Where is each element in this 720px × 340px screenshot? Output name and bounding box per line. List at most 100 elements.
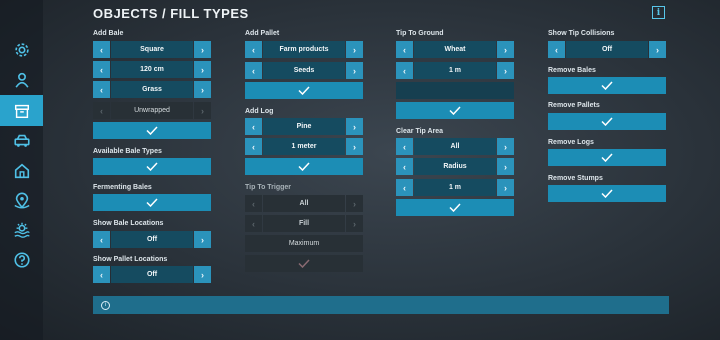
clear-filltype-value: All <box>414 138 496 155</box>
info-circle-icon: i <box>101 300 110 310</box>
chevron-left-icon[interactable]: ‹ <box>396 179 413 196</box>
chevron-left-icon[interactable]: ‹ <box>245 62 262 79</box>
chevron-right-icon[interactable]: › <box>194 41 211 58</box>
chevron-left-icon[interactable]: ‹ <box>396 158 413 175</box>
checkmark-icon <box>146 126 158 135</box>
chevron-right-icon: › <box>346 195 363 212</box>
add-pallet-label: Add Pallet <box>245 30 280 37</box>
bale-size-value: 120 cm <box>111 61 193 78</box>
log-length-selector[interactable]: ‹ 1 meter › <box>245 138 363 155</box>
tip-to-trigger-button <box>245 255 363 272</box>
bale-filltype-selector[interactable]: ‹ Grass › <box>93 81 211 98</box>
chevron-left-icon: ‹ <box>245 195 262 212</box>
bale-wrap-value: Unwrapped <box>111 102 193 119</box>
trigger-amount-value: Maximum <box>245 235 363 252</box>
chevron-right-icon[interactable]: › <box>346 41 363 58</box>
vehicles-tab[interactable] <box>0 126 43 156</box>
chevron-left-icon[interactable]: ‹ <box>245 118 262 135</box>
remove-stumps-label: Remove Stumps <box>548 175 603 182</box>
info-icon[interactable]: i <box>652 6 665 19</box>
fermenting-bales-button[interactable] <box>93 194 211 211</box>
chevron-right-icon[interactable]: › <box>346 138 363 155</box>
clear-tip-area-label: Clear Tip Area <box>396 128 444 135</box>
map-tab[interactable] <box>0 186 43 216</box>
player-tab[interactable] <box>0 65 43 95</box>
environment-tab[interactable] <box>0 215 43 245</box>
chevron-left-icon[interactable]: ‹ <box>396 62 413 79</box>
show-bale-locations-toggle[interactable]: ‹ Off › <box>93 231 211 248</box>
bale-filltype-value: Grass <box>111 81 193 98</box>
page-title: OBJECTS / FILL TYPES <box>93 6 249 21</box>
log-type-selector[interactable]: ‹ Pine › <box>245 118 363 135</box>
available-bale-types-label: Available Bale Types <box>93 148 162 155</box>
pallet-item-selector[interactable]: ‹ Seeds › <box>245 62 363 79</box>
bale-shape-selector[interactable]: ‹ Square › <box>93 41 211 58</box>
chevron-right-icon[interactable]: › <box>497 62 514 79</box>
chevron-left-icon[interactable]: ‹ <box>93 231 110 248</box>
tip-amount-selector[interactable]: ‹ 1 m › <box>396 62 514 79</box>
pallet-item-value: Seeds <box>263 62 345 79</box>
remove-bales-button[interactable] <box>548 77 666 94</box>
checkmark-icon <box>449 203 461 212</box>
chevron-right-icon[interactable]: › <box>497 179 514 196</box>
chevron-right-icon[interactable]: › <box>497 41 514 58</box>
tip-amount-value: 1 m <box>414 62 496 79</box>
chevron-left-icon: ‹ <box>245 215 262 232</box>
gear-icon <box>14 43 29 57</box>
add-log-label: Add Log <box>245 108 274 115</box>
home-icon <box>14 163 29 179</box>
chevron-right-icon[interactable]: › <box>497 138 514 155</box>
chevron-left-icon[interactable]: ‹ <box>93 41 110 58</box>
checkmark-icon <box>298 162 310 171</box>
chevron-right-icon[interactable]: › <box>194 266 211 283</box>
clear-shape-selector[interactable]: ‹ Radius › <box>396 158 514 175</box>
remove-bales-label: Remove Bales <box>548 67 596 74</box>
trigger-mode-selector: ‹ Fill › <box>245 215 363 232</box>
clear-tip-area-button[interactable] <box>396 199 514 216</box>
show-tip-collisions-toggle[interactable]: ‹ Off › <box>548 41 666 58</box>
tip-to-ground-button[interactable] <box>396 102 514 119</box>
remove-logs-button[interactable] <box>548 149 666 166</box>
chevron-right-icon[interactable]: › <box>194 61 211 78</box>
chevron-left-icon[interactable]: ‹ <box>548 41 565 58</box>
status-bar: i <box>93 296 669 314</box>
available-bale-types-button[interactable] <box>93 158 211 175</box>
checkmark-icon <box>298 86 310 95</box>
user-icon <box>14 72 29 88</box>
tip-filltype-value: Wheat <box>414 41 496 58</box>
objects-tab[interactable] <box>0 95 43 126</box>
chevron-right-icon[interactable]: › <box>346 62 363 79</box>
pallet-category-selector[interactable]: ‹ Farm products › <box>245 41 363 58</box>
clear-size-selector[interactable]: ‹ 1 m › <box>396 179 514 196</box>
add-pallet-button[interactable] <box>245 82 363 99</box>
remove-pallets-button[interactable] <box>548 113 666 130</box>
help-icon <box>13 252 30 268</box>
chevron-left-icon[interactable]: ‹ <box>245 138 262 155</box>
add-bale-button[interactable] <box>93 122 211 139</box>
clear-filltype-selector[interactable]: ‹ All › <box>396 138 514 155</box>
chevron-left-icon[interactable]: ‹ <box>93 81 110 98</box>
settings-tab[interactable] <box>0 35 43 65</box>
chevron-left-icon[interactable]: ‹ <box>396 138 413 155</box>
chevron-left-icon[interactable]: ‹ <box>93 61 110 78</box>
bale-size-selector[interactable]: ‹ 120 cm › <box>93 61 211 78</box>
checkmark-icon <box>298 259 310 268</box>
chevron-right-icon[interactable]: › <box>649 41 666 58</box>
help-tab[interactable] <box>0 245 43 275</box>
chevron-left-icon[interactable]: ‹ <box>396 41 413 58</box>
chevron-right-icon[interactable]: › <box>194 81 211 98</box>
log-type-value: Pine <box>263 118 345 135</box>
remove-logs-label: Remove Logs <box>548 139 594 146</box>
show-pallet-locations-toggle[interactable]: ‹ Off › <box>93 266 211 283</box>
chevron-left-icon[interactable]: ‹ <box>93 266 110 283</box>
farm-tab[interactable] <box>0 156 43 186</box>
tip-filltype-selector[interactable]: ‹ Wheat › <box>396 41 514 58</box>
remove-stumps-button[interactable] <box>548 185 666 202</box>
chevron-right-icon[interactable]: › <box>497 158 514 175</box>
bale-wrap-selector: ‹ Unwrapped › <box>93 102 211 119</box>
chevron-left-icon[interactable]: ‹ <box>245 41 262 58</box>
chevron-right-icon[interactable]: › <box>194 231 211 248</box>
tip-spacer <box>396 82 514 99</box>
add-log-button[interactable] <box>245 158 363 175</box>
chevron-right-icon[interactable]: › <box>346 118 363 135</box>
